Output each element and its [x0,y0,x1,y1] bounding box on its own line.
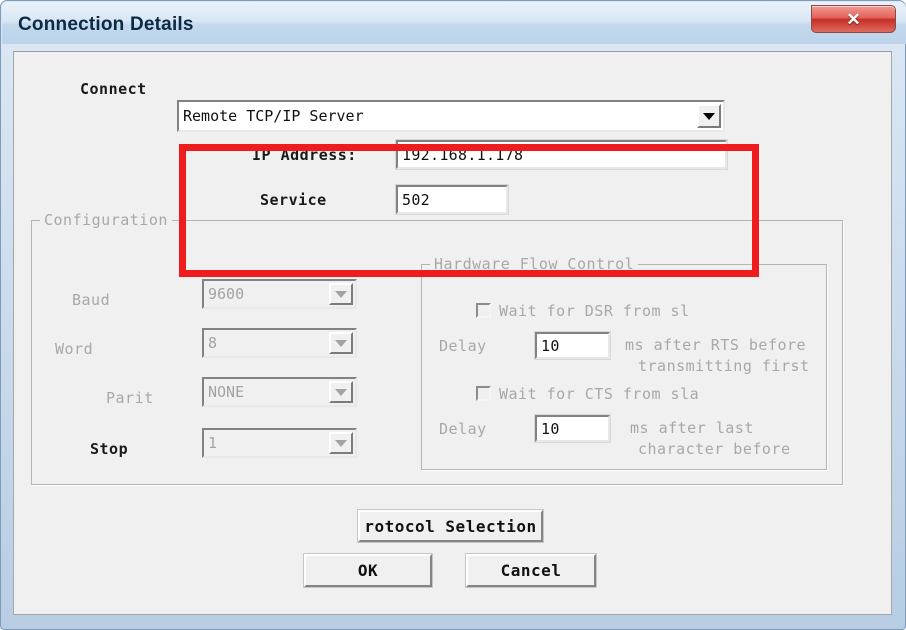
baud-label: Baud [72,291,111,309]
protocol-selection-button[interactable]: rotocol Selection [357,509,544,543]
connection-details-window: Connection Details ✕ Connect Remote TCP/… [0,0,906,630]
parity-label: Parit [106,389,154,407]
ip-address-label: IP Address: [252,146,357,164]
service-label: Service [260,191,327,209]
connect-label: Connect [80,80,147,98]
wait-for-cts-label: Wait for CTS from sla [499,385,700,403]
baud-combo[interactable]: 9600 [202,279,357,309]
dsr-delay-label: Delay [439,337,487,355]
title-bar[interactable]: Connection Details ✕ [2,2,906,44]
wait-for-dsr-label: Wait for DSR from sl [499,302,690,320]
cts-delay-suffix-line1: ms after last [630,419,754,437]
chevron-down-icon[interactable] [329,381,353,403]
dsr-delay-suffix-line1: ms after RTS before [625,336,807,354]
hardware-flow-control-group: Hardware Flow Control Wait for DSR from … [421,255,827,470]
close-icon: ✕ [846,9,861,29]
cancel-button[interactable]: Cancel [465,553,597,588]
hardware-flow-control-group-title: Hardware Flow Control [430,255,639,273]
chevron-down-icon[interactable] [697,104,721,128]
close-button[interactable]: ✕ [811,5,896,33]
service-value: 502 [402,190,430,209]
dsr-delay-suffix-line2: transmitting first [638,357,810,375]
word-combo[interactable]: 8 [202,328,357,358]
cts-delay-field[interactable]: 10 [534,414,611,443]
word-label: Word [55,340,94,358]
word-value: 8 [208,334,218,352]
chevron-down-icon[interactable] [329,432,353,454]
stop-value: 1 [208,434,218,452]
connect-mode-value: Remote TCP/IP Server [183,107,364,125]
configuration-group-title: Configuration [40,211,172,229]
connect-mode-combo[interactable]: Remote TCP/IP Server [177,100,725,132]
dialog-client-area: Connect Remote TCP/IP Server IP Address:… [13,51,892,615]
dsr-delay-value: 10 [541,336,560,355]
ok-button[interactable]: OK [303,553,433,588]
cts-delay-value: 10 [541,419,560,438]
window-title: Connection Details [18,14,194,35]
ip-address-field[interactable]: 192.168.1.178 [395,139,728,170]
baud-value: 9600 [208,285,245,303]
cts-delay-label: Delay [439,420,487,438]
service-field[interactable]: 502 [395,184,509,215]
stop-combo[interactable]: 1 [202,428,357,458]
checkbox-icon[interactable] [476,386,491,401]
parity-combo[interactable]: NONE [202,377,357,407]
ip-address-value: 192.168.1.178 [402,145,524,164]
dsr-delay-field[interactable]: 10 [534,331,611,360]
parity-value: NONE [208,383,245,401]
stop-label: Stop [90,440,129,458]
cts-delay-suffix-line2: character before [638,440,791,458]
configuration-group: Configuration Baud 9600 Word 8 Parit NON… [31,211,843,485]
chevron-down-icon[interactable] [329,283,353,305]
checkbox-icon[interactable] [476,303,491,318]
chevron-down-icon[interactable] [329,332,353,354]
